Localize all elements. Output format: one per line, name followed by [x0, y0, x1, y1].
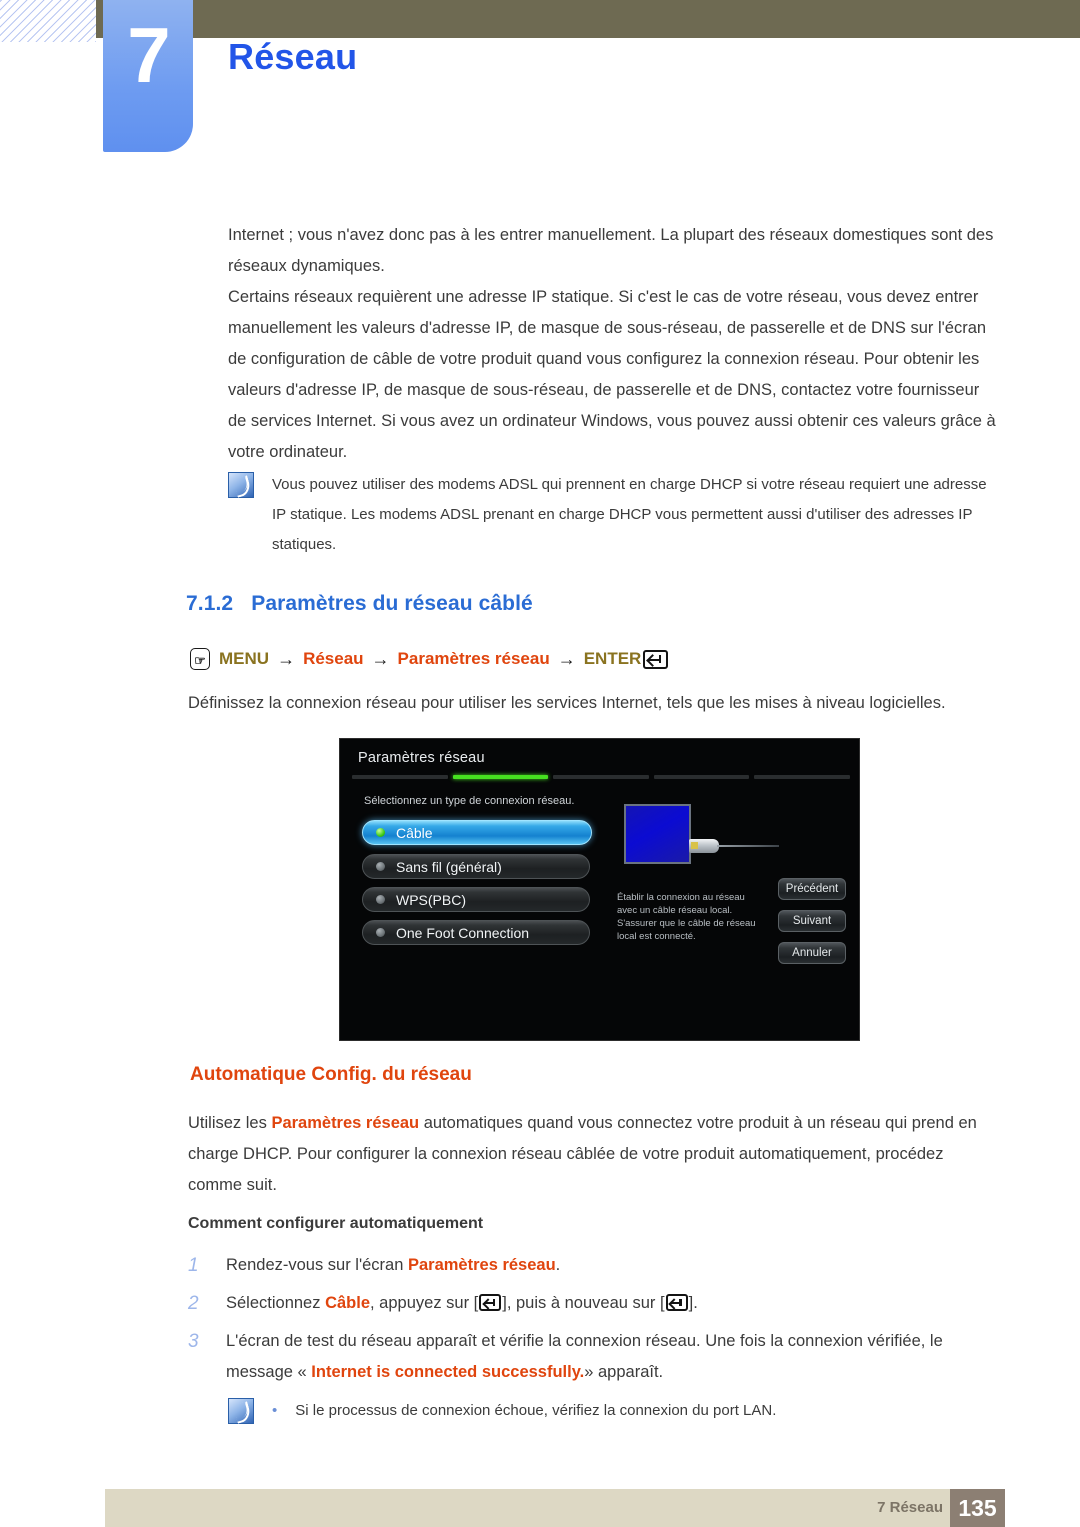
- enter-key-icon: [665, 1294, 688, 1311]
- osd-option-cable[interactable]: Câble: [362, 820, 592, 845]
- enter-key-icon: [643, 649, 669, 669]
- osd-option-onefoot[interactable]: One Foot Connection: [362, 920, 590, 945]
- menu-path-arrow-1: →: [277, 648, 296, 669]
- osd-step-tabs: [352, 775, 850, 779]
- step-highlight: Câble: [325, 1294, 371, 1312]
- step-highlight: Internet is connected successfully.: [311, 1363, 585, 1381]
- section-intro-text: Définissez la connexion réseau pour util…: [188, 694, 946, 712]
- menu-navigation-path: ☞ MENU → Réseau → Paramètres réseau → EN…: [190, 648, 669, 670]
- menu-path-arrow-2: →: [371, 648, 390, 669]
- chapter-number: 7: [127, 11, 170, 99]
- enter-key-icon: [479, 1294, 502, 1311]
- note-pen-icon: [228, 1398, 254, 1424]
- osd-tab-4: [754, 775, 850, 779]
- osd-option-wps[interactable]: WPS(PBC): [362, 887, 590, 912]
- osd-option-label: WPS(PBC): [396, 891, 466, 908]
- note-bottom-text: Si le processus de connexion échoue, vér…: [295, 1402, 777, 1419]
- tv-osd-screenshot: Paramètres réseau Sélectionnez un type d…: [339, 738, 860, 1041]
- osd-tab-2: [553, 775, 649, 779]
- osd-option-wireless[interactable]: Sans fil (général): [362, 854, 590, 879]
- radio-selected-icon: [376, 828, 385, 837]
- osd-button-suivant[interactable]: Suivant: [778, 910, 846, 932]
- step-text-mid: , appuyez sur [: [370, 1294, 479, 1312]
- step-item-2: 2 Sélectionnez Câble, appuyez sur [ ], pu…: [188, 1288, 1000, 1319]
- step-text: Sélectionnez Câble, appuyez sur [ ], puis…: [226, 1288, 998, 1319]
- step-text-pre: Rendez-vous sur l'écran: [226, 1256, 408, 1274]
- page-header: 7 Réseau: [0, 0, 1080, 160]
- osd-option-label: Sans fil (général): [396, 858, 502, 875]
- osd-button-precedent[interactable]: Précédent: [778, 878, 846, 900]
- step-text-post: » apparaît.: [584, 1363, 664, 1381]
- radio-unselected-icon: [376, 928, 385, 937]
- section-number: 7.1.2: [186, 592, 234, 615]
- lan-port-cable-icon: [617, 801, 792, 873]
- header-olive-bar: [96, 0, 1080, 38]
- osd-description: Établir la connexion au réseau avec un c…: [617, 892, 756, 942]
- footer-page-number: 135: [950, 1489, 1005, 1527]
- osd-tab-1-active: [452, 775, 549, 779]
- note-box-bottom: • Si le processus de connexion échoue, v…: [228, 1396, 1000, 1426]
- menu-path-arrow-3: →: [557, 648, 576, 669]
- step-text-mid2: ], puis à nouveau sur [: [502, 1294, 665, 1312]
- step-text-pre: Sélectionnez: [226, 1294, 326, 1312]
- chapter-tab: 7: [103, 0, 193, 152]
- osd-title: Paramètres réseau: [358, 750, 485, 766]
- step-number: 3: [188, 1331, 199, 1352]
- radio-unselected-icon: [376, 895, 385, 904]
- step-number: 1: [188, 1255, 199, 1276]
- intro-paragraph-2: Certains réseaux requièrent une adresse …: [228, 288, 996, 461]
- auto-config-highlight: Paramètres réseau: [271, 1114, 420, 1132]
- osd-option-label: Câble: [396, 824, 433, 841]
- decorative-hatch-pattern: [0, 0, 96, 42]
- step-item-1: 1 Rendez-vous sur l'écran Paramètres rés…: [188, 1250, 1000, 1281]
- lan-port-panel: [624, 804, 691, 864]
- osd-tab-3: [653, 775, 750, 779]
- menu-path-item-enter: ENTER: [583, 649, 642, 668]
- osd-subtitle: Sélectionnez un type de connexion réseau…: [364, 795, 575, 807]
- step-text: L'écran de test du réseau apparaît et vé…: [226, 1326, 998, 1388]
- note-box-top: Vous pouvez utiliser des modems ADSL qui…: [228, 470, 1000, 560]
- section-heading: 7.1.2 Paramètres du réseau câblé: [186, 592, 533, 616]
- lan-wire: [717, 845, 779, 847]
- bullet-icon: •: [272, 1402, 278, 1419]
- footer-chapter-label: 7 Réseau: [877, 1499, 943, 1516]
- menu-path-item-parametres: Paramètres réseau: [397, 649, 550, 668]
- step-text: Rendez-vous sur l'écran Paramètres résea…: [226, 1250, 998, 1281]
- note-top-text: Vous pouvez utiliser des modems ADSL qui…: [272, 476, 987, 553]
- step-text-post: .: [555, 1256, 561, 1274]
- subsection-heading-auto-config: Automatique Config. du réseau: [190, 1064, 472, 1085]
- lan-plug: [689, 839, 719, 853]
- page-footer: 7 Réseau 135: [105, 1489, 1005, 1527]
- radio-unselected-icon: [376, 862, 385, 871]
- menu-path-item-reseau: Réseau: [303, 649, 364, 668]
- step-number: 2: [188, 1293, 199, 1314]
- menu-path-item-menu: MENU: [219, 649, 270, 668]
- auto-config-paragraph: Utilisez les Paramètres réseau automatiq…: [188, 1108, 1000, 1201]
- chapter-title: Réseau: [228, 36, 358, 77]
- hand-press-icon: ☞: [190, 648, 210, 670]
- step-item-3: 3 L'écran de test du réseau apparaît et …: [188, 1326, 1000, 1388]
- intro-paragraph-1: Internet ; vous n'avez donc pas à les en…: [228, 226, 994, 275]
- section-title: Paramètres du réseau câblé: [251, 592, 533, 615]
- note-pen-icon: [228, 472, 254, 498]
- osd-button-annuler[interactable]: Annuler: [778, 942, 846, 964]
- osd-tab-0: [352, 775, 448, 779]
- step-highlight: Paramètres réseau: [407, 1256, 556, 1274]
- auto-config-text-a: Utilisez les: [188, 1114, 272, 1132]
- howto-heading: Comment configurer automatiquement: [188, 1215, 484, 1232]
- step-text-post: ].: [688, 1294, 698, 1312]
- note-bottom-row: • Si le processus de connexion échoue, v…: [272, 1396, 776, 1426]
- osd-option-label: One Foot Connection: [396, 924, 530, 941]
